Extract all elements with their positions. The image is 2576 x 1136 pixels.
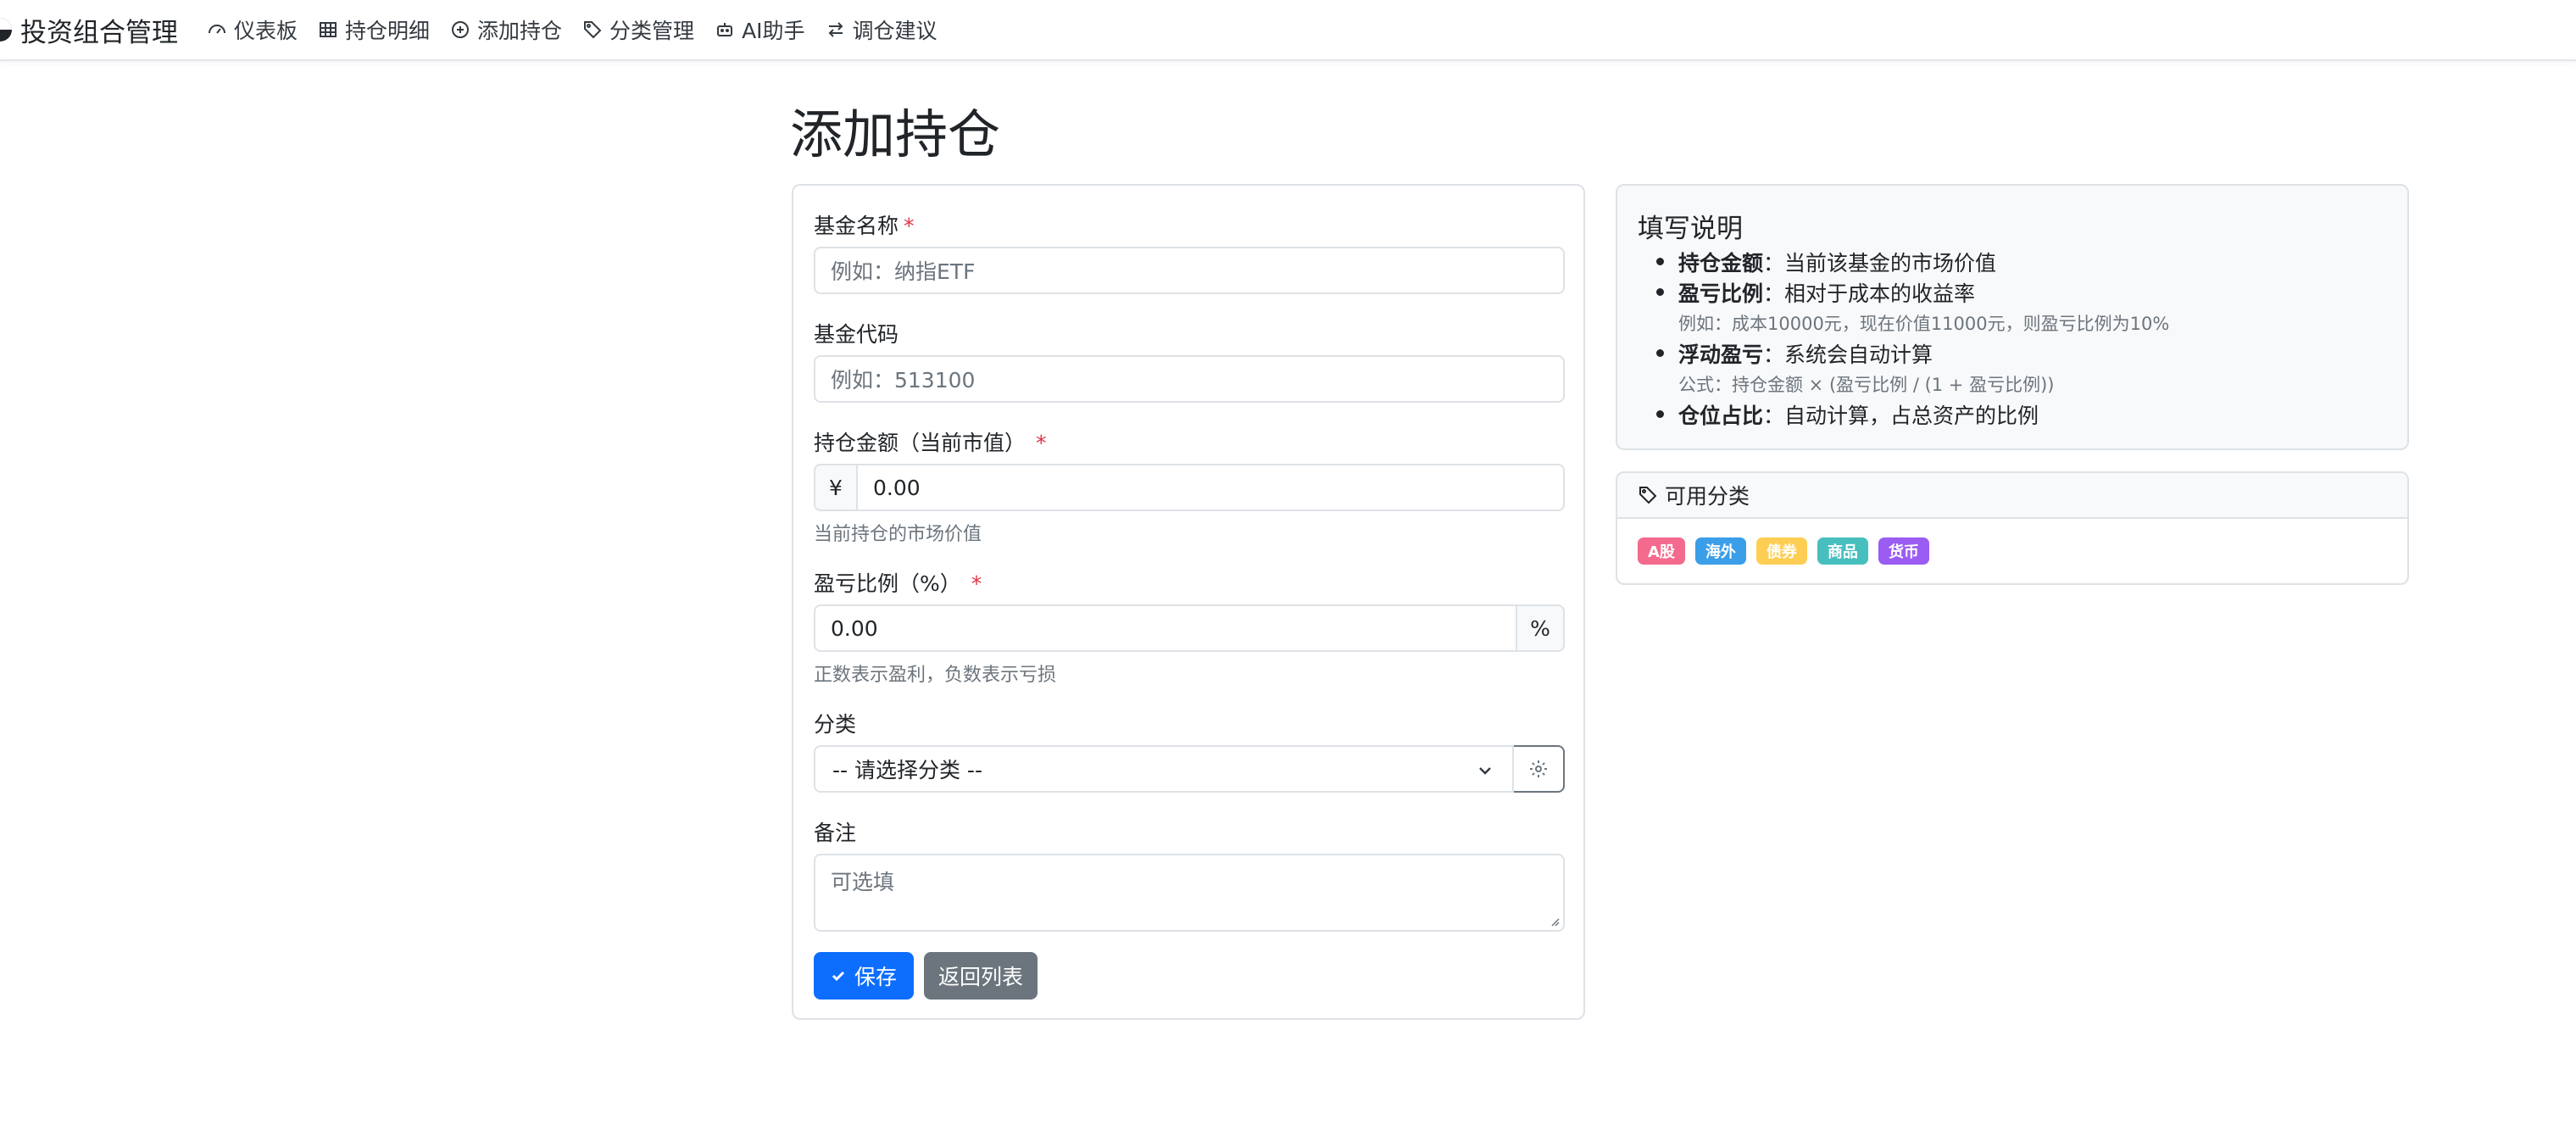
instruction-desc: ：自动计算，占总资产的比例 — [1763, 404, 2039, 428]
resize-handle-icon[interactable] — [1548, 915, 1560, 927]
instruction-term: 盈亏比例 — [1678, 281, 1764, 306]
note-textarea[interactable]: 可选填 — [814, 854, 1565, 932]
amount-help-text: 当前持仓的市场价值 — [814, 524, 982, 545]
pnl-ratio-help-text: 正数表示盈利，负数表示亏损 — [814, 665, 1057, 686]
nav-item-dashboard[interactable]: 仪表板 — [207, 14, 298, 45]
instruction-item: 持仓金额：当前该基金的市场价值 — [1678, 247, 1996, 277]
fund-name-input[interactable]: 例如：纳指ETF — [814, 247, 1565, 294]
plus-circle-icon — [450, 19, 470, 40]
currency-prefix: ¥ — [814, 464, 858, 511]
note-label: 备注 — [814, 821, 857, 845]
tag-icon — [582, 19, 603, 40]
navbar: 投资组合管理 仪表板 持仓明细 添加持仓 分类管理 AI助手 调仓建议 — [0, 0, 2576, 61]
required-marker: * — [1036, 431, 1047, 455]
nav-item-label: 分类管理 — [609, 19, 695, 43]
amount-label: 持仓金额（当前市值） * — [814, 426, 1047, 457]
category-badge-money[interactable]: 货币 — [1878, 537, 1929, 565]
amount-input-group: ¥ 0.00 — [814, 464, 1565, 511]
bullet — [1656, 349, 1664, 357]
amount-label-text: 持仓金额（当前市值） — [814, 431, 1027, 455]
check-icon — [832, 971, 845, 982]
instruction-item: 盈亏比例：相对于成本的收益率 — [1678, 277, 1975, 308]
instruction-desc: ：当前该基金的市场价值 — [1763, 251, 1997, 276]
brand-text: 投资组合管理 — [20, 17, 178, 48]
save-button[interactable]: 保存 — [814, 952, 914, 1000]
percent-suffix: % — [1516, 604, 1565, 652]
category-badge-overseas[interactable]: 海外 — [1694, 537, 1746, 565]
instruction-formula: 公式：持仓金额 × (盈亏比例 / (1 + 盈亏比例)) — [1678, 375, 2055, 395]
instruction-term: 持仓金额 — [1678, 251, 1764, 276]
manage-categories-button[interactable] — [1512, 745, 1565, 793]
bullet — [1656, 258, 1664, 265]
fund-code-input[interactable]: 例如：513100 — [814, 355, 1565, 403]
category-label: 分类 — [814, 712, 857, 737]
category-selected-value: -- 请选择分类 -- — [832, 758, 982, 782]
nav-item-label: 持仓明细 — [345, 19, 431, 43]
chevron-down-icon — [1479, 767, 1491, 775]
instructions-card: 填写说明 持仓金额：当前该基金的市场价值 盈亏比例：相对于成本的收益率 例如：成… — [1616, 184, 2409, 450]
nav-item-label: 调仓建议 — [852, 19, 937, 43]
brand[interactable]: 投资组合管理 — [0, 11, 178, 49]
instructions-title: 填写说明 — [1638, 214, 1743, 244]
category-badge-bond[interactable]: 债券 — [1755, 537, 1807, 565]
instruction-term: 浮动盈亏 — [1678, 342, 1764, 367]
nav-item-categories[interactable]: 分类管理 — [582, 14, 694, 45]
instruction-desc: ：系统会自动计算 — [1763, 342, 1933, 367]
save-button-label: 保存 — [854, 965, 897, 989]
add-holding-form: 基金名称 * 例如：纳指ETF 基金代码 例如：513100 持仓金额（当前市值）… — [792, 184, 1585, 1020]
nav-item-label: 添加持仓 — [477, 19, 563, 43]
page-title: 添加持仓 — [790, 103, 1001, 165]
categories-card-title: 可用分类 — [1665, 484, 1750, 509]
required-marker: * — [904, 214, 915, 238]
bullet — [1656, 288, 1664, 296]
back-to-list-button[interactable]: 返回列表 — [924, 952, 1038, 1000]
pnl-ratio-input-group: 0.00 % — [814, 604, 1565, 652]
pie-chart-icon — [0, 18, 12, 42]
nav-item-label: AI助手 — [742, 19, 805, 43]
available-categories-card: 可用分类 A股 海外 债券 商品 货币 — [1616, 471, 2409, 585]
nav-item-add-holding[interactable]: 添加持仓 — [450, 14, 562, 45]
category-badge-a-share[interactable]: A股 — [1638, 537, 1685, 565]
pnl-ratio-input[interactable]: 0.00 — [814, 604, 1517, 652]
category-input-group: -- 请选择分类 -- — [814, 745, 1565, 793]
speedometer-icon — [207, 19, 227, 40]
pnl-ratio-label: 盈亏比例（%） * — [814, 567, 982, 598]
pnl-ratio-label-text: 盈亏比例（%） — [814, 571, 961, 596]
instruction-item: 浮动盈亏：系统会自动计算 — [1678, 338, 1933, 369]
category-badge-commodity[interactable]: 商品 — [1817, 537, 1868, 565]
nav-item-label: 仪表板 — [234, 19, 298, 43]
instruction-item: 仓位占比：自动计算，占总资产的比例 — [1678, 399, 2039, 430]
robot-icon — [715, 19, 735, 40]
instruction-desc: ：相对于成本的收益率 — [1763, 281, 1976, 306]
bullet — [1656, 410, 1664, 418]
table-icon — [318, 19, 338, 40]
fund-code-label: 基金代码 — [814, 322, 899, 347]
required-marker: * — [971, 571, 982, 596]
tags-icon — [1639, 487, 1657, 504]
nav-item-rebalance[interactable]: 调仓建议 — [826, 14, 937, 45]
gear-icon — [1530, 760, 1547, 777]
category-badges: A股 海外 债券 商品 货币 — [1638, 537, 1939, 565]
note-placeholder: 可选填 — [831, 870, 895, 894]
fund-name-label: 基金名称 * — [814, 209, 915, 240]
arrow-left-right-icon — [826, 19, 846, 40]
instruction-term: 仓位占比 — [1678, 404, 1764, 428]
nav-item-holdings[interactable]: 持仓明细 — [318, 14, 430, 45]
nav-item-ai-assistant[interactable]: AI助手 — [715, 14, 805, 45]
categories-card-header: 可用分类 — [1617, 473, 2407, 519]
instruction-example: 例如：成本10000元，现在价值11000元，则盈亏比例为10% — [1678, 314, 2170, 334]
amount-input[interactable]: 0.00 — [856, 464, 1565, 511]
category-select[interactable]: -- 请选择分类 -- — [814, 745, 1514, 793]
fund-name-label-text: 基金名称 — [814, 214, 899, 238]
